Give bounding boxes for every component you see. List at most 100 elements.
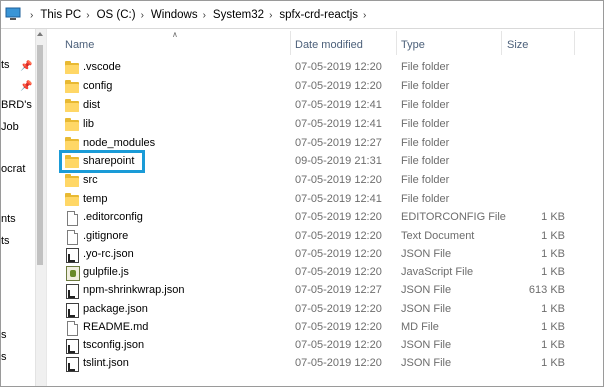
nav-item-partial-3[interactable]: Job (1, 121, 19, 133)
list-item[interactable]: .gitignore 07-05-2019 12:20 Text Documen… (59, 228, 575, 246)
pin-icon[interactable]: 📌 (20, 81, 32, 92)
file-type: JavaScript File (401, 266, 474, 278)
file-icon (65, 230, 79, 245)
breadcrumb-this-pc[interactable]: This PC (40, 9, 81, 21)
folder-icon (65, 137, 79, 151)
file-icon (65, 211, 79, 226)
folder-icon (65, 193, 79, 207)
file-type: File folder (401, 174, 450, 186)
file-name: tsconfig.json (83, 339, 145, 351)
file-type: File folder (401, 118, 450, 130)
address-bar[interactable]: › This PC › OS (C:) › Windows › System32… (1, 1, 603, 29)
js-file-icon (65, 266, 80, 281)
list-item[interactable]: dist 07-05-2019 12:41 File folder (59, 97, 575, 115)
folder-icon (65, 61, 79, 75)
file-name: .yo-rc.json (83, 248, 134, 260)
scroll-up-arrow-icon[interactable] (37, 32, 43, 36)
nav-item-partial-2[interactable]: BRD's (1, 99, 32, 111)
chevron-right-icon[interactable]: › (141, 10, 144, 21)
list-item[interactable]: temp 07-05-2019 12:41 File folder (59, 191, 575, 209)
column-divider[interactable] (396, 31, 397, 55)
file-date: 07-05-2019 12:27 (295, 137, 382, 149)
file-name: config (83, 80, 113, 92)
chevron-right-icon[interactable]: › (269, 10, 272, 21)
file-name: .gitignore (83, 230, 129, 242)
file-date: 07-05-2019 12:20 (295, 266, 382, 278)
column-header-date-modified[interactable]: Date modified (295, 39, 363, 51)
file-date: 07-05-2019 12:20 (295, 357, 382, 369)
sharepoint-highlight-box (59, 150, 145, 173)
nav-item-partial-1[interactable]: ts (1, 59, 10, 71)
file-type: File folder (401, 155, 450, 167)
column-header-type[interactable]: Type (401, 39, 425, 51)
file-size: 1 KB (541, 211, 565, 223)
file-type: EDITORCONFIG File (401, 211, 506, 223)
file-date: 07-05-2019 12:20 (295, 321, 382, 333)
column-divider[interactable] (501, 31, 502, 55)
file-size: 1 KB (541, 266, 565, 278)
list-item[interactable]: .editorconfig 07-05-2019 12:20 EDITORCON… (59, 209, 575, 227)
file-type: MD File (401, 321, 439, 333)
file-name: dist (83, 99, 101, 111)
chevron-right-icon[interactable]: › (203, 10, 206, 21)
nav-item-partial-5[interactable]: nts (1, 213, 16, 225)
folder-icon (65, 99, 79, 113)
chevron-right-icon[interactable]: › (363, 10, 366, 21)
list-item[interactable]: config 07-05-2019 12:20 File folder (59, 78, 575, 96)
file-size: 1 KB (541, 248, 565, 260)
list-item[interactable]: npm-shrinkwrap.json 07-05-2019 12:27 JSO… (59, 282, 575, 300)
list-item[interactable]: README.md 07-05-2019 12:20 MD File 1 KB (59, 319, 575, 337)
file-name: node_modules (83, 137, 156, 149)
file-size: 1 KB (541, 230, 565, 242)
file-date: 07-05-2019 12:20 (295, 61, 382, 73)
chevron-right-icon[interactable]: › (86, 10, 89, 21)
json-file-icon (65, 357, 79, 372)
file-type: Text Document (401, 230, 475, 242)
list-item[interactable]: .vscode 07-05-2019 12:20 File folder (59, 59, 575, 77)
file-name: .editorconfig (83, 211, 143, 223)
file-date: 07-05-2019 12:20 (295, 230, 382, 242)
pin-icon[interactable]: 📌 (20, 61, 32, 72)
file-date: 07-05-2019 12:20 (295, 339, 382, 351)
file-name: .vscode (83, 61, 121, 73)
breadcrumb-system32[interactable]: System32 (213, 9, 264, 21)
breadcrumb-windows[interactable]: Windows (151, 9, 198, 21)
list-item[interactable]: gulpfile.js 07-05-2019 12:20 JavaScript … (59, 264, 575, 282)
list-item[interactable]: tslint.json 07-05-2019 12:20 JSON File 1… (59, 355, 575, 373)
list-item[interactable]: src 07-05-2019 12:20 File folder (59, 172, 575, 190)
breadcrumb-os-drive[interactable]: OS (C:) (97, 9, 136, 21)
column-divider[interactable] (290, 31, 291, 55)
breadcrumb-current-folder[interactable]: spfx-crd-reactjs (279, 9, 358, 21)
file-date: 07-05-2019 12:41 (295, 99, 382, 111)
column-header-size[interactable]: Size (507, 39, 528, 51)
list-item[interactable]: .yo-rc.json 07-05-2019 12:20 JSON File 1… (59, 246, 575, 264)
nav-scrollbar-thumb[interactable] (37, 45, 43, 265)
file-name: npm-shrinkwrap.json (83, 284, 185, 296)
column-header-name[interactable]: Name (65, 39, 94, 51)
list-item[interactable]: package.json 07-05-2019 12:20 JSON File … (59, 301, 575, 319)
file-icon (65, 321, 79, 336)
folder-icon (65, 118, 79, 132)
pane-divider[interactable] (46, 29, 47, 386)
column-divider[interactable] (574, 31, 575, 55)
nav-item-partial-6[interactable]: ts (1, 235, 10, 247)
nav-item-partial-7[interactable]: s (1, 329, 7, 341)
nav-item-partial-4[interactable]: ocrat (1, 163, 25, 175)
file-type: JSON File (401, 248, 452, 260)
chevron-right-icon[interactable]: › (30, 10, 33, 21)
file-type: JSON File (401, 284, 452, 296)
file-date: 07-05-2019 12:41 (295, 193, 382, 205)
list-item[interactable]: lib 07-05-2019 12:41 File folder (59, 116, 575, 134)
list-item[interactable]: tsconfig.json 07-05-2019 12:20 JSON File… (59, 337, 575, 355)
file-type: JSON File (401, 357, 452, 369)
file-type: JSON File (401, 339, 452, 351)
file-date: 07-05-2019 12:27 (295, 284, 382, 296)
file-name: gulpfile.js (83, 266, 129, 278)
file-name: README.md (83, 321, 149, 333)
breadcrumb: › This PC › OS (C:) › Windows › System32… (25, 8, 373, 22)
file-date: 07-05-2019 12:41 (295, 118, 382, 130)
nav-item-partial-8[interactable]: s (1, 351, 7, 363)
file-type: File folder (401, 99, 450, 111)
file-type: JSON File (401, 303, 452, 315)
file-size: 1 KB (541, 357, 565, 369)
